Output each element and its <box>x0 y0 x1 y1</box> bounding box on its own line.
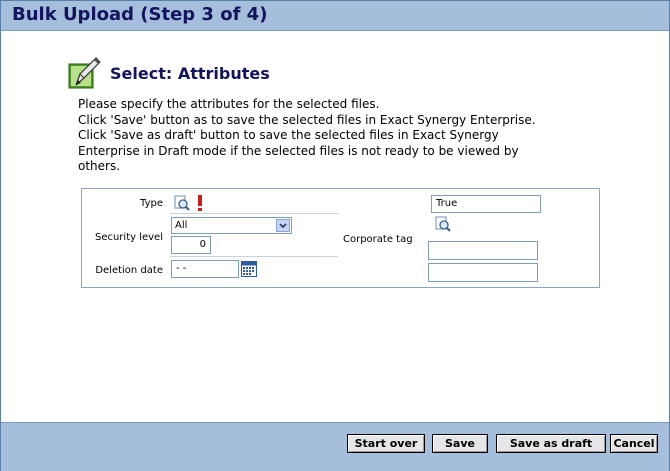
corporate-tag-label: Corporate tag <box>343 234 413 245</box>
corporate-tag-field-1[interactable] <box>428 241 538 260</box>
instruction-line: Please specify the attributes for the se… <box>78 97 380 111</box>
required-exclamation-icon <box>198 195 202 211</box>
security-level-number-input[interactable]: 0 <box>171 236 211 254</box>
save-button[interactable]: Save <box>432 434 488 453</box>
attributes-panel: Type Security level All 0 Deletion date … <box>81 188 600 288</box>
edit-pencil-icon <box>68 57 101 89</box>
instruction-line: Click 'Save' button as to save the selec… <box>78 112 536 127</box>
deletion-date-input[interactable]: - - <box>171 260 239 278</box>
section-heading: Select: Attributes <box>66 55 270 91</box>
row-separator <box>170 256 338 257</box>
start-over-button[interactable]: Start over <box>347 434 425 453</box>
instruction-line: Enterprise in Draft mode if the selected… <box>78 143 519 158</box>
window-title: Bulk Upload (Step 3 of 4) <box>12 4 268 25</box>
row-separator <box>170 213 338 214</box>
type-lookup-magnifier-icon[interactable] <box>174 195 190 211</box>
instructions-text: Please specify the attributes for the se… <box>78 97 598 175</box>
security-level-select-value: All <box>175 220 188 231</box>
corporate-tag-lookup-magnifier-icon[interactable] <box>435 216 451 232</box>
instruction-line: Click 'Save as draft' button to save the… <box>78 128 499 142</box>
save-as-draft-button[interactable]: Save as draft <box>496 434 606 453</box>
corporate-tag-value-input[interactable]: True <box>431 195 541 213</box>
section-title: Select: Attributes <box>110 63 270 83</box>
deletion-date-label: Deletion date <box>95 265 163 276</box>
cancel-button[interactable]: Cancel <box>610 434 658 453</box>
type-label: Type <box>140 198 163 209</box>
security-level-select[interactable]: All <box>171 217 292 234</box>
title-bar: Bulk Upload (Step 3 of 4) <box>1 1 669 31</box>
security-level-label: Security level <box>94 232 163 243</box>
chevron-down-icon[interactable] <box>276 219 290 232</box>
corporate-tag-field-2[interactable] <box>428 263 538 282</box>
calendar-icon[interactable] <box>241 261 257 277</box>
instruction-line: others. <box>78 159 121 173</box>
